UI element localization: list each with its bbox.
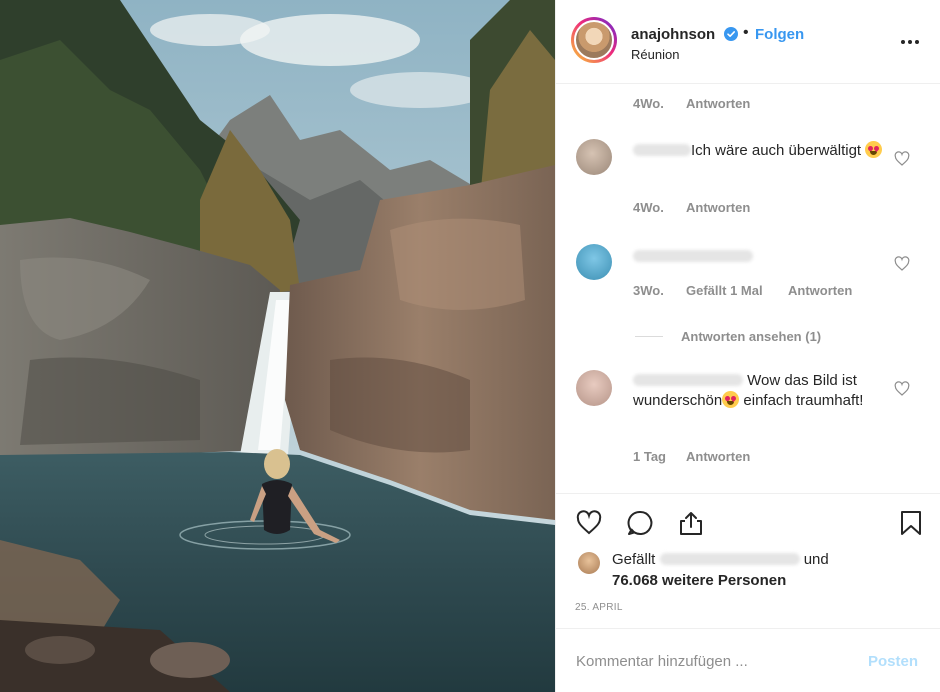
commenter-avatar[interactable] — [576, 244, 612, 280]
likes-suffix: und — [803, 551, 829, 568]
view-replies-button[interactable]: Antworten ansehen (1) — [681, 329, 821, 344]
username-link[interactable]: anajohnson — [631, 26, 715, 43]
heart-eyes-emoji-icon — [722, 391, 740, 408]
waterfall-landscape-image — [0, 0, 555, 692]
liker-username-blurred[interactable] — [659, 553, 800, 565]
comment-bubble-icon[interactable] — [627, 510, 653, 536]
location-link[interactable]: Réunion — [631, 47, 679, 62]
reply-button[interactable]: Antworten — [686, 96, 750, 111]
post-actions: Gefällt und 76.068 weitere Personen 25. … — [556, 493, 940, 627]
heart-eyes-emoji-icon — [865, 141, 883, 158]
comment-like-heart-icon[interactable] — [894, 381, 910, 397]
heart-outline-icon[interactable] — [576, 510, 602, 536]
comment-like-heart-icon[interactable] — [894, 151, 910, 167]
likes-summary: Gefällt und — [612, 551, 829, 568]
post-date[interactable]: 25. APRIL — [575, 602, 623, 613]
commenter-avatar[interactable] — [576, 139, 612, 175]
reply-button[interactable]: Antworten — [788, 283, 852, 298]
comment-time: 4Wo. — [633, 96, 664, 111]
comment-time: 1 Tag — [633, 449, 666, 464]
liker-avatar[interactable] — [578, 552, 600, 574]
commenter-username-blurred[interactable] — [633, 374, 743, 386]
comment-body: Ich wäre auch überwältigt — [691, 142, 862, 159]
comment-input[interactable] — [576, 649, 846, 673]
comment-time: 4Wo. — [633, 200, 664, 215]
commenter-username-blurred[interactable] — [633, 144, 691, 156]
reply-button[interactable]: Antworten — [686, 449, 750, 464]
comment-text: Wow das Bild ist wunderschön einfach tra… — [633, 371, 893, 411]
follow-button[interactable]: Folgen — [755, 26, 804, 43]
comments-list[interactable]: 4Wo. Antworten Ich wäre auch überwältigt… — [556, 85, 940, 492]
reply-button[interactable]: Antworten — [686, 200, 750, 215]
comment-composer: Posten — [556, 628, 940, 692]
verified-badge-icon — [724, 27, 738, 41]
post-details-panel: anajohnson • Folgen Réunion 4Wo. Antwort… — [555, 0, 940, 692]
likes-count-link[interactable]: 76.068 weitere Personen — [612, 572, 786, 589]
avatar-image — [574, 20, 614, 60]
bookmark-icon[interactable] — [898, 510, 924, 536]
replies-divider — [635, 336, 663, 337]
more-options-icon[interactable] — [900, 39, 920, 45]
separator-dot: • — [743, 24, 749, 41]
comment-like-heart-icon[interactable] — [894, 256, 910, 272]
post-photo[interactable] — [0, 0, 555, 692]
comment-body-continued: einfach traumhaft! — [739, 392, 864, 409]
comment-text: Ich wäre auch überwältigt — [633, 141, 893, 161]
commenter-username-blurred[interactable] — [633, 250, 753, 262]
post-comment-button[interactable]: Posten — [868, 653, 918, 670]
comment-time: 3Wo. — [633, 283, 664, 298]
profile-avatar[interactable] — [571, 17, 617, 63]
post-header: anajohnson • Folgen Réunion — [556, 0, 940, 84]
comment-text — [633, 247, 753, 267]
likes-prefix: Gefällt — [612, 551, 656, 568]
comment-likes-count[interactable]: Gefällt 1 Mal — [686, 283, 763, 298]
commenter-avatar[interactable] — [576, 370, 612, 406]
share-icon[interactable] — [678, 510, 704, 536]
